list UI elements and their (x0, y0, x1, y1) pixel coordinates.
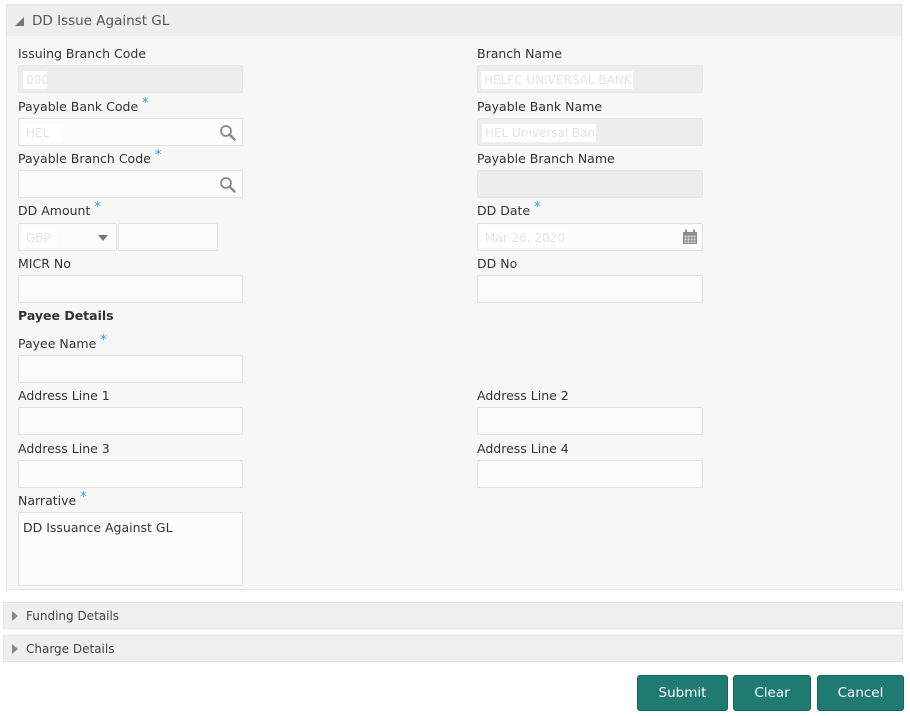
payable-branch-code-label: Payable Branch Code * (18, 148, 162, 166)
dd-amount-input[interactable] (118, 223, 218, 251)
chevron-down-icon (98, 235, 108, 241)
calendar-icon[interactable] (682, 229, 698, 249)
required-marker: * (80, 490, 87, 505)
dd-amount-label: DD Amount * (18, 200, 101, 218)
address-line-1-input[interactable] (18, 407, 243, 435)
payable-bank-name-field[interactable]: HEL Universal Bank (477, 118, 703, 146)
dd-no-label: DD No (477, 256, 518, 271)
expand-triangle-icon (12, 610, 18, 621)
funding-details-title: Funding Details (26, 608, 120, 623)
address-line-2-label: Address Line 2 (477, 388, 569, 403)
expand-triangle-icon (12, 643, 18, 654)
address-line-3-label: Address Line 3 (18, 441, 110, 456)
address-line-1-label: Address Line 1 (18, 388, 110, 403)
micr-no-input[interactable] (18, 275, 243, 303)
payable-bank-code-label: Payable Bank Code * (18, 96, 149, 114)
payable-branch-name-field[interactable] (477, 170, 703, 198)
funding-details-section[interactable]: Funding Details (3, 602, 903, 629)
payable-branch-code-input[interactable] (18, 170, 243, 198)
branch-name-label: Branch Name (477, 46, 562, 61)
micr-no-label: MICR No (18, 256, 71, 271)
currency-value: GBP (23, 229, 57, 247)
payee-name-input[interactable] (18, 355, 243, 383)
payable-bank-code-value: HEL (23, 124, 63, 142)
payee-details-heading: Payee Details (18, 308, 114, 323)
address-line-3-input[interactable] (18, 460, 243, 488)
narrative-textarea[interactable]: DD Issuance Against GL (18, 512, 243, 586)
address-line-2-input[interactable] (477, 407, 703, 435)
dd-date-label: DD Date * (477, 200, 541, 218)
required-marker: * (142, 96, 149, 111)
issuing-branch-code-label: Issuing Branch Code (18, 46, 147, 61)
payable-bank-name-label: Payable Bank Name (477, 99, 603, 114)
cancel-button[interactable]: Cancel (817, 675, 904, 711)
branch-name-value: HELFC UNIVERSAL BANK (481, 71, 633, 89)
dd-no-input[interactable] (477, 275, 703, 303)
charge-details-section[interactable]: Charge Details (3, 635, 903, 662)
payable-branch-name-label: Payable Branch Name (477, 151, 615, 166)
address-line-4-input[interactable] (477, 460, 703, 488)
panel-title: DD Issue Against GL (32, 12, 170, 29)
payee-name-label: Payee Name * (18, 333, 107, 351)
collapse-triangle-icon (15, 17, 24, 26)
dd-date-input[interactable]: Mar 26, 2020 (477, 223, 703, 251)
narrative-label: Narrative * (18, 490, 87, 508)
charge-details-title: Charge Details (26, 641, 115, 656)
required-marker: * (94, 200, 101, 215)
issuing-branch-code-field[interactable]: 000 (18, 65, 243, 93)
dd-date-value: Mar 26, 2020 (482, 229, 568, 247)
required-marker: * (534, 200, 541, 215)
currency-select[interactable]: GBP (18, 223, 117, 251)
address-line-4-label: Address Line 4 (477, 441, 569, 456)
dd-issue-panel-header[interactable]: DD Issue Against GL (7, 5, 901, 36)
payable-bank-code-input[interactable]: HEL (18, 118, 243, 146)
required-marker: * (154, 148, 162, 163)
clear-button[interactable]: Clear (733, 675, 811, 711)
search-icon[interactable] (219, 176, 236, 197)
issuing-branch-code-value: 000 (23, 71, 47, 89)
branch-name-field[interactable]: HELFC UNIVERSAL BANK (477, 65, 703, 93)
required-marker: * (100, 333, 107, 348)
search-icon[interactable] (219, 124, 236, 145)
submit-button[interactable]: Submit (637, 675, 728, 711)
payable-bank-name-value: HEL Universal Bank (482, 124, 596, 142)
